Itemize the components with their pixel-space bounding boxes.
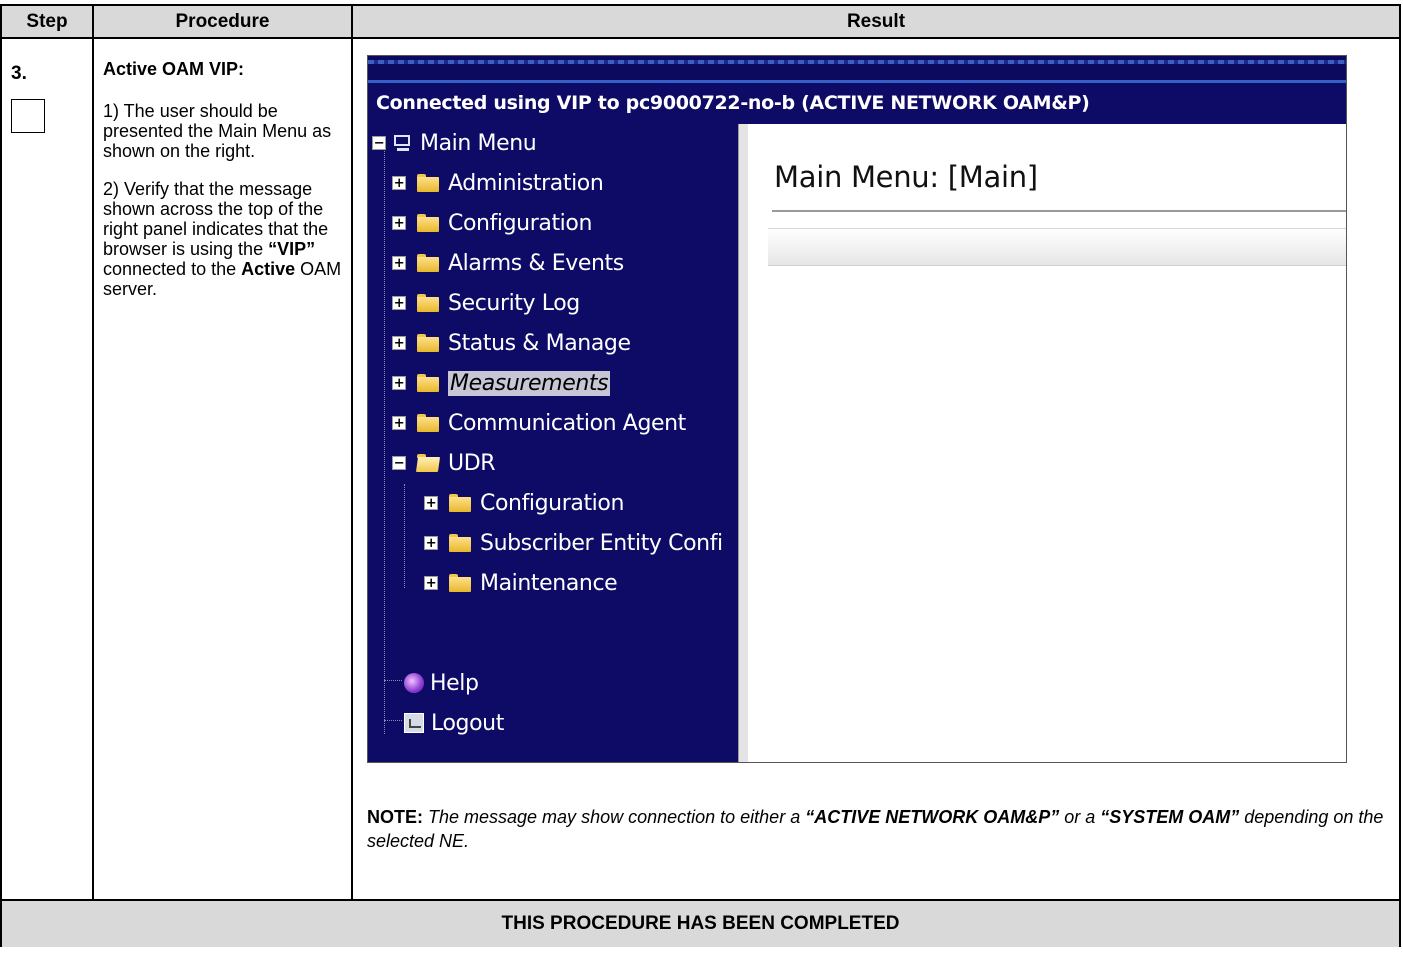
tree-connector-udr — [404, 484, 405, 588]
folder-icon — [417, 174, 439, 192]
main-menu-icon — [392, 133, 412, 153]
header-result: Result — [351, 4, 1401, 39]
expand-icon[interactable]: + — [392, 296, 406, 310]
folder-icon — [417, 334, 439, 352]
gui-screenshot: Connected using VIP to pc9000722-no-b (A… — [367, 55, 1347, 763]
tree-connector — [384, 144, 385, 734]
note-text-1: The message may show connection to eithe… — [423, 807, 806, 827]
tree-item-configuration[interactable]: + Configuration — [392, 204, 592, 242]
result-cell: Connected using VIP to pc9000722-no-b (A… — [351, 37, 1401, 901]
folder-icon — [417, 214, 439, 232]
tree-root-label: Main Menu — [420, 130, 537, 156]
expand-icon[interactable]: + — [392, 336, 406, 350]
tree-subitem-label: Subscriber Entity Confi — [480, 530, 723, 556]
table-header-row: Step Procedure Result — [0, 4, 1401, 39]
expand-icon[interactable]: + — [424, 576, 438, 590]
title-divider — [772, 210, 1346, 212]
step-row: 3. Active OAM VIP: 1) The user should be… — [0, 37, 1401, 901]
tree-subitem-maintenance[interactable]: + Maintenance — [424, 564, 618, 602]
note-option-1: “ACTIVE NETWORK OAM&P” — [805, 807, 1060, 827]
note-label: NOTE: — [367, 807, 423, 827]
note-option-2: “SYSTEM OAM” — [1100, 807, 1240, 827]
completed-row: THIS PROCEDURE HAS BEEN COMPLETED — [0, 899, 1401, 947]
main-content-panel: Main Menu: [Main] — [748, 124, 1346, 762]
procedure-text: Active OAM VIP: 1) The user should be pr… — [103, 59, 347, 317]
logout-label: Logout — [431, 710, 504, 736]
note-text-2: or a — [1059, 807, 1101, 827]
tree-item-label: Configuration — [448, 210, 592, 236]
folder-open-icon — [417, 454, 439, 472]
tree-item-label: Communication Agent — [448, 410, 686, 436]
connection-message: Connected using VIP to pc9000722-no-b (A… — [376, 92, 1090, 114]
tree-root-main-menu[interactable]: − Main Menu — [372, 124, 537, 162]
procedure-cell: Active OAM VIP: 1) The user should be pr… — [92, 37, 353, 901]
para2-vip: “VIP” — [268, 239, 316, 259]
step-cell: 3. — [0, 37, 94, 901]
help-icon — [404, 673, 424, 693]
tree-item-communication-agent[interactable]: + Communication Agent — [392, 404, 686, 442]
procedure-para-2: 2) Verify that the message shown across … — [103, 179, 347, 299]
tree-item-udr[interactable]: − UDR — [392, 444, 496, 482]
header-step: Step — [0, 4, 94, 39]
tree-subitem-label: Configuration — [480, 490, 624, 516]
folder-icon — [417, 254, 439, 272]
tree-item-label: Measurements — [448, 370, 611, 396]
tree-item-label: UDR — [448, 450, 496, 476]
tree-item-alarms-events[interactable]: + Alarms & Events — [392, 244, 624, 282]
folder-icon — [417, 294, 439, 312]
folder-icon — [417, 414, 439, 432]
expand-icon[interactable]: + — [392, 256, 406, 270]
completed-banner: THIS PROCEDURE HAS BEEN COMPLETED — [0, 899, 1401, 947]
tree-item-logout[interactable]: Logout — [404, 704, 504, 742]
step-checkbox[interactable] — [11, 99, 45, 133]
tree-item-help[interactable]: Help — [404, 664, 479, 702]
para2-text-2: connected to the — [103, 259, 242, 279]
tree-item-status-manage[interactable]: + Status & Manage — [392, 324, 631, 362]
tree-connector-logout — [384, 720, 402, 721]
expand-icon[interactable]: + — [392, 176, 406, 190]
tree-item-label: Security Log — [448, 290, 580, 316]
folder-icon — [417, 374, 439, 392]
tree-connector-help — [384, 680, 402, 681]
expand-icon[interactable]: + — [392, 376, 406, 390]
expand-icon[interactable]: + — [392, 216, 406, 230]
main-menu-tree: − Main Menu + Administration + Configura… — [368, 124, 746, 762]
tree-item-label: Status & Manage — [448, 330, 631, 356]
procedure-title: Active OAM VIP: — [103, 59, 245, 79]
tree-item-security-log[interactable]: + Security Log — [392, 284, 580, 322]
note: NOTE: The message may show connection to… — [367, 805, 1387, 853]
expand-icon[interactable]: + — [392, 416, 406, 430]
tree-item-label: Administration — [448, 170, 604, 196]
para2-active: Active — [241, 259, 296, 279]
collapse-icon[interactable]: − — [392, 456, 406, 470]
procedure-page: Step Procedure Result 3. Active OAM VIP:… — [0, 0, 1403, 953]
tree-subitem-configuration[interactable]: + Configuration — [424, 484, 624, 522]
collapse-icon[interactable]: − — [372, 136, 386, 150]
procedure-para-1: 1) The user should be presented the Main… — [103, 101, 332, 161]
tree-item-administration[interactable]: + Administration — [392, 164, 604, 202]
logout-icon — [404, 713, 424, 733]
expand-icon[interactable]: + — [424, 536, 438, 550]
content-toolbar — [768, 228, 1346, 266]
content-title: Main Menu: [Main] — [774, 160, 1038, 194]
step-number: 3. — [11, 63, 27, 84]
folder-icon — [449, 534, 471, 552]
expand-icon[interactable]: + — [424, 496, 438, 510]
folder-icon — [449, 494, 471, 512]
tree-subitem-label: Maintenance — [480, 570, 618, 596]
tree-item-measurements[interactable]: + Measurements — [392, 364, 611, 402]
tree-subitem-subscriber-entity-config[interactable]: + Subscriber Entity Confi — [424, 524, 723, 562]
procedure-table: Step Procedure Result 3. Active OAM VIP:… — [0, 4, 1401, 947]
banner-strip — [368, 56, 1346, 83]
tree-item-label: Alarms & Events — [448, 250, 624, 276]
header-procedure: Procedure — [92, 4, 353, 39]
help-label: Help — [430, 670, 479, 696]
folder-icon — [449, 574, 471, 592]
